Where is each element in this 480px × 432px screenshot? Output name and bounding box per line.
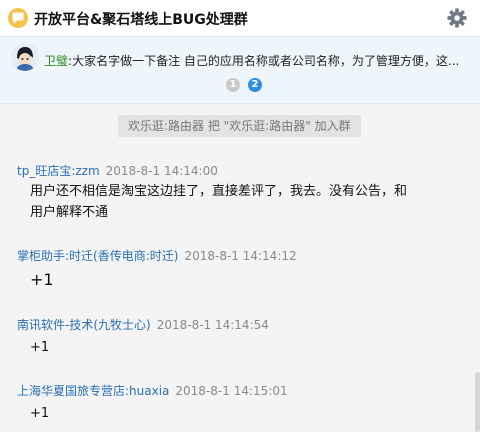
title-bar: 开放平台&聚石塔线上BUG处理群 <box>0 0 480 37</box>
message-body: +1 <box>30 270 54 289</box>
gear-icon[interactable] <box>446 7 468 29</box>
avatar <box>11 43 39 71</box>
announcement-page-1[interactable]: 1 <box>226 78 240 92</box>
chat-group-icon <box>8 8 28 28</box>
announcement-text: 卫璧:大家名字做一下备注 自己的应用名称或者公司名称，为了管理方便，这... <box>44 52 470 69</box>
scrollbar-thumb[interactable] <box>475 372 480 432</box>
sender-name[interactable]: 上海华夏国旅专营店:huaxia <box>17 384 169 398</box>
system-notice: 欢乐逛:路由器 把 "欢乐逛:路由器" 加入群 <box>118 115 361 137</box>
sender-name[interactable]: 南讯软件-技术(九牧士心) <box>17 318 151 332</box>
group-name: 开放平台&聚石塔线上BUG处理群 <box>34 12 248 28</box>
message-body: 用户还不相信是淘宝这边挂了，直接差评了，我去。没有公告，和 用户解释不通 <box>30 181 407 223</box>
message-list[interactable]: 欢乐逛:路由器 把 "欢乐逛:路由器" 加入群 tp_旺店宝:zzm 2018-8… <box>0 104 480 432</box>
message-body: +1 <box>30 340 50 355</box>
message-line: 用户还不相信是淘宝这边挂了，直接差评了，我去。没有公告，和 <box>30 184 408 199</box>
message-time: 2018-8-1 14:14:00 <box>105 164 218 178</box>
message-line: 用户解释不通 <box>30 205 109 220</box>
sender-name[interactable]: tp_旺店宝:zzm <box>17 164 100 178</box>
chat-window: 开放平台&聚石塔线上BUG处理群 卫璧:大家名字做一下备注 自己的应用名称或者公… <box>0 0 480 432</box>
message-time: 2018-8-1 14:14:54 <box>156 318 269 332</box>
sender-name[interactable]: 掌柜助手:时迁(香传电商:时迁) <box>17 249 178 263</box>
message-body: +1 <box>30 406 50 421</box>
message-header: 掌柜助手:时迁(香传电商:时迁) 2018-8-1 14:14:12 <box>17 247 297 264</box>
message-header: tp_旺店宝:zzm 2018-8-1 14:14:00 <box>17 162 218 179</box>
message-time: 2018-8-1 14:15:01 <box>175 384 288 398</box>
announcement-page-2[interactable]: 2 <box>248 78 262 92</box>
group-announcement[interactable]: 卫璧:大家名字做一下备注 自己的应用名称或者公司名称，为了管理方便，这... 1… <box>0 37 480 104</box>
announcement-body: 大家名字做一下备注 自己的应用名称或者公司名称，为了管理方便，这... <box>72 54 460 68</box>
message-header: 上海华夏国旅专营店:huaxia 2018-8-1 14:15:01 <box>17 382 288 399</box>
announcement-author: 卫璧 <box>44 54 69 68</box>
message-header: 南讯软件-技术(九牧士心) 2018-8-1 14:14:54 <box>17 316 269 333</box>
message-time: 2018-8-1 14:14:12 <box>184 249 297 263</box>
